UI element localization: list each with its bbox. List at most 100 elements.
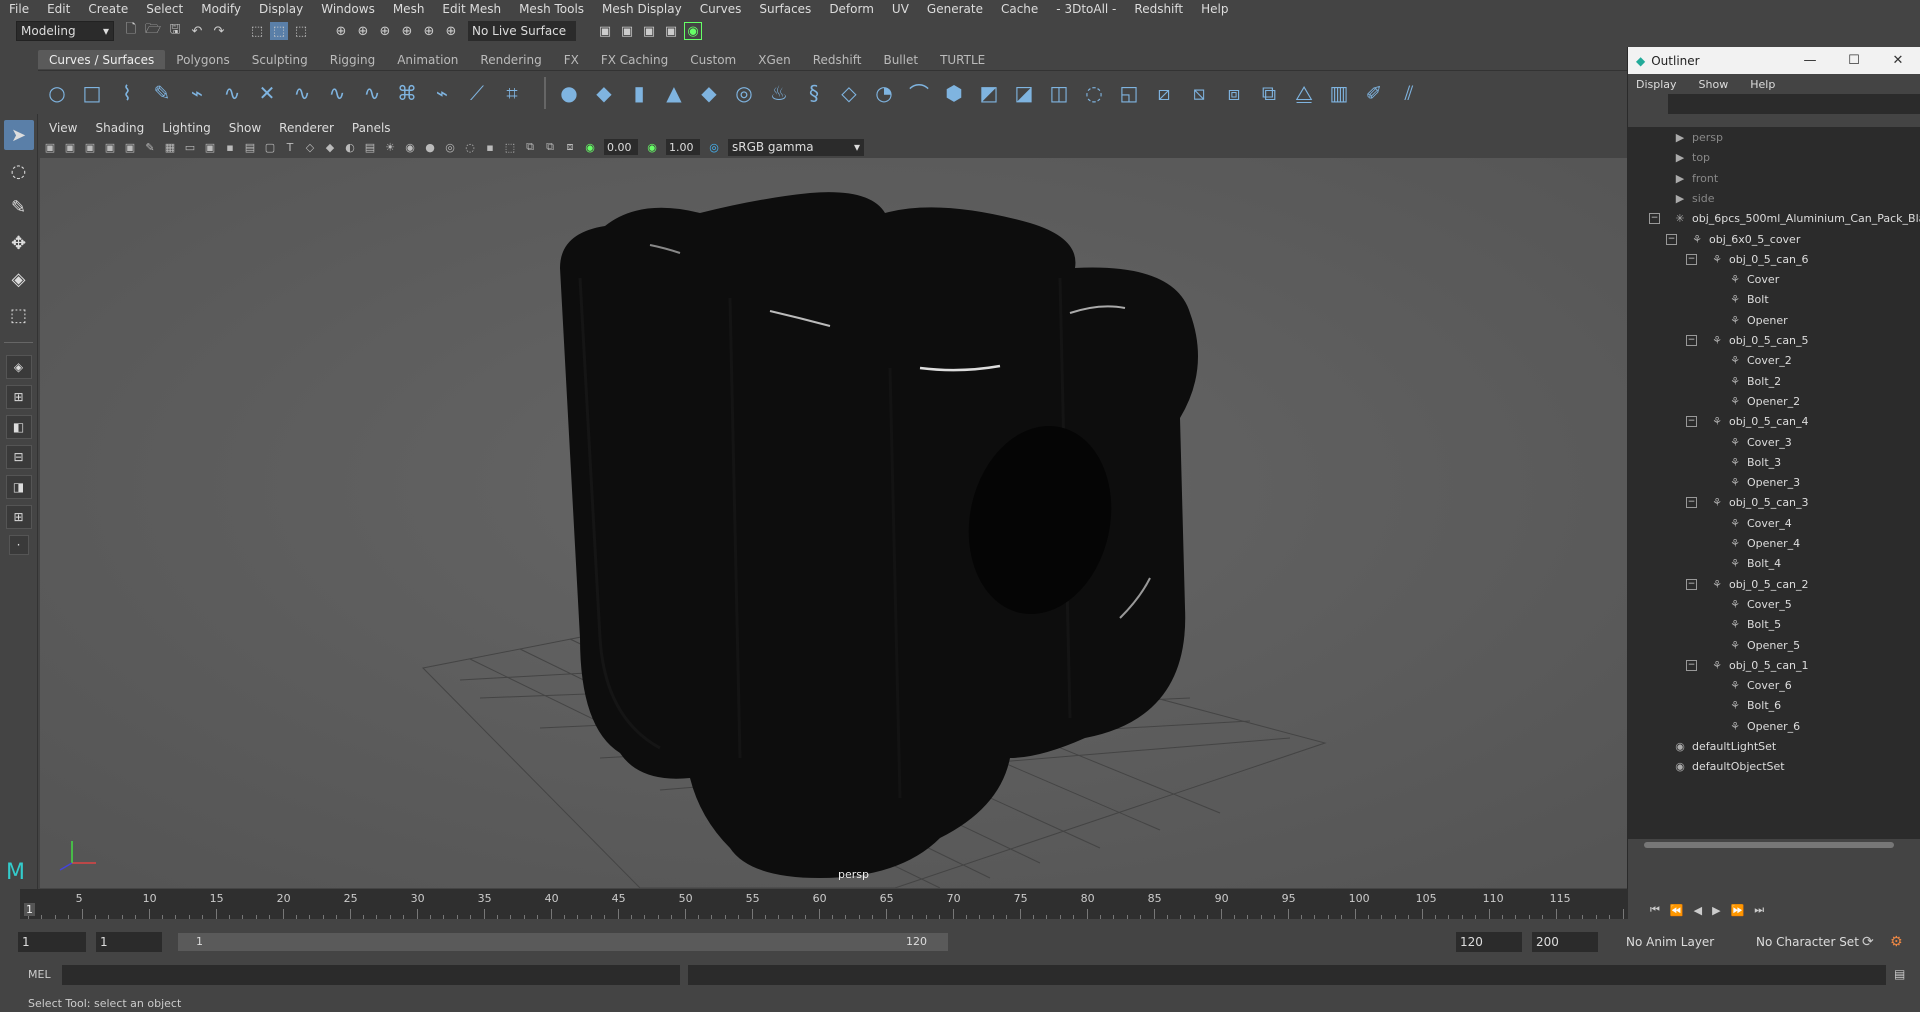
- attach-surfaces-icon[interactable]: ⧅: [1186, 80, 1212, 106]
- outliner-cover-group[interactable]: ⚘ obj_6x0_5_cover: [1690, 230, 1800, 249]
- extend-curve-icon[interactable]: ⌁: [429, 80, 455, 106]
- collapse-toggle-icon[interactable]: −: [1649, 213, 1660, 225]
- outliner-set-item[interactable]: ◉ defaultObjectSet: [1673, 757, 1784, 776]
- select-hierarchy-icon[interactable]: ⬚: [248, 22, 266, 40]
- bezier-curve-icon[interactable]: ∿: [219, 80, 245, 106]
- collapse-toggle-icon[interactable]: −: [1666, 233, 1677, 245]
- nurbs-circle-icon[interactable]: ○: [44, 80, 70, 106]
- outliner-mesh-item[interactable]: ⚘ Bolt_5: [1728, 615, 1781, 634]
- panel-menu-show[interactable]: Show: [220, 121, 270, 135]
- menu-edit-mesh[interactable]: Edit Mesh: [433, 2, 510, 16]
- square-surface-icon[interactable]: ◪: [1011, 80, 1037, 106]
- outliner-mesh-item[interactable]: ⚘ Opener_2: [1728, 392, 1800, 411]
- outliner-mesh-item[interactable]: ⚘ Bolt_4: [1728, 554, 1781, 573]
- undo-icon[interactable]: ↶: [188, 22, 206, 40]
- select-component-icon[interactable]: ⬚: [292, 22, 310, 40]
- snap-curve-icon[interactable]: ⊕: [354, 22, 372, 40]
- menu-create[interactable]: Create: [79, 2, 137, 16]
- render-settings-icon[interactable]: ▣: [596, 22, 614, 40]
- collapse-toggle-icon[interactable]: −: [1686, 578, 1697, 590]
- collapse-toggle-icon[interactable]: −: [1686, 416, 1697, 428]
- play-forward-icon[interactable]: ▶: [1712, 904, 1720, 917]
- intersect-surfaces-icon[interactable]: ⧄: [1151, 80, 1177, 106]
- outliner-mesh-item[interactable]: ⚘ Opener_4: [1728, 534, 1800, 553]
- four-view-layout-icon[interactable]: ⊞: [5, 385, 32, 409]
- untrim-icon[interactable]: ◌: [1081, 80, 1107, 106]
- 2d-pan-zoom-icon[interactable]: ▣: [122, 139, 138, 155]
- ep-curve-icon[interactable]: ⌇: [114, 80, 140, 106]
- bookmarks-icon[interactable]: ▣: [82, 139, 98, 155]
- bevel-plus-icon[interactable]: ⬢: [941, 80, 967, 106]
- cv-curve-icon[interactable]: ⌁: [184, 80, 210, 106]
- outliner-menu-show[interactable]: Show: [1699, 78, 1751, 91]
- ipr-render-icon[interactable]: ▣: [640, 22, 658, 40]
- rotate-tool-icon[interactable]: ◈: [4, 264, 34, 294]
- curve-attach-icon[interactable]: ∿: [324, 80, 350, 106]
- snap-grid-icon[interactable]: ⊕: [332, 22, 350, 40]
- new-scene-icon[interactable]: 🗋: [122, 22, 140, 40]
- menu-display[interactable]: Display: [250, 2, 312, 16]
- panel-menu-renderer[interactable]: Renderer: [270, 121, 343, 135]
- minimize-icon[interactable]: —: [1788, 53, 1832, 68]
- panel-menu-shading[interactable]: Shading: [86, 121, 153, 135]
- rebuild-surfaces-icon[interactable]: ▥: [1326, 80, 1352, 106]
- nurbs-torus-icon[interactable]: ◎: [731, 80, 757, 106]
- menu-deform[interactable]: Deform: [820, 2, 883, 16]
- outliner-camera-top[interactable]: ▶ top: [1673, 148, 1710, 167]
- sculpt-surface-icon[interactable]: ✐: [1361, 80, 1387, 106]
- persp-graph-layout-icon[interactable]: ⊟: [5, 445, 32, 469]
- outliner-mesh-item[interactable]: ⚘ Opener_3: [1728, 473, 1800, 492]
- outliner-camera-side[interactable]: ▶ side: [1673, 189, 1715, 208]
- menu-select[interactable]: Select: [137, 2, 192, 16]
- gate-mask-icon[interactable]: ▪: [222, 139, 238, 155]
- panel-menu-view[interactable]: View: [40, 121, 86, 135]
- shadows-icon[interactable]: ◉: [402, 139, 418, 155]
- menu-redshift[interactable]: Redshift: [1125, 2, 1192, 16]
- shelf-tab-redshift[interactable]: Redshift: [802, 50, 873, 69]
- outliner-mesh-item[interactable]: ⚘ Cover_3: [1728, 433, 1792, 452]
- collapse-toggle-icon[interactable]: −: [1686, 253, 1697, 265]
- menu-mesh-tools[interactable]: Mesh Tools: [510, 2, 593, 16]
- redo-icon[interactable]: ↷: [210, 22, 228, 40]
- menu-edit[interactable]: Edit: [38, 2, 79, 16]
- shelf-tab-fx-caching[interactable]: FX Caching: [590, 50, 679, 69]
- safe-action-icon[interactable]: ▢: [262, 139, 278, 155]
- menu-mesh[interactable]: Mesh: [384, 2, 434, 16]
- extrude-icon[interactable]: ◔: [871, 80, 897, 106]
- revolve-icon[interactable]: ♨: [766, 80, 792, 106]
- playback-range-slider[interactable]: 1 120: [178, 933, 948, 951]
- play-back-icon[interactable]: ◀: [1694, 904, 1702, 917]
- menu-surfaces[interactable]: Surfaces: [750, 2, 820, 16]
- snap-surface-icon[interactable]: ⊕: [420, 22, 438, 40]
- outliner-mesh-item[interactable]: ⚘ Cover_6: [1728, 676, 1792, 695]
- loft-icon[interactable]: §: [801, 80, 827, 106]
- textured-icon[interactable]: ▤: [362, 139, 378, 155]
- maximize-icon[interactable]: ☐: [1832, 53, 1876, 68]
- shelf-tab-polygons[interactable]: Polygons: [165, 50, 240, 69]
- step-forward-icon[interactable]: ⏩: [1731, 904, 1745, 917]
- panel-menu-panels[interactable]: Panels: [343, 121, 400, 135]
- outliner-mesh-item[interactable]: ⚘ Cover_4: [1728, 514, 1792, 533]
- shelf-tab-rigging[interactable]: Rigging: [319, 50, 386, 69]
- collapse-toggle-icon[interactable]: −: [1686, 335, 1697, 346]
- snap-view-plane-icon[interactable]: ⊕: [398, 22, 416, 40]
- nurbs-plane-icon[interactable]: ◆: [696, 80, 722, 106]
- depth-of-field-icon[interactable]: ▪: [482, 139, 498, 155]
- offset-curve-icon[interactable]: ⟋: [464, 80, 490, 106]
- safe-title-icon[interactable]: T: [282, 139, 298, 155]
- curve-intersect-icon[interactable]: ✕: [254, 80, 280, 106]
- outliner-camera-front[interactable]: ▶ front: [1673, 169, 1718, 188]
- go-to-start-icon[interactable]: ⏮: [1650, 903, 1660, 917]
- snap-live-icon[interactable]: ⊕: [442, 22, 460, 40]
- go-to-end-icon[interactable]: ⏭: [1754, 903, 1764, 917]
- outliner-horizontal-scrollbar[interactable]: [1628, 839, 1920, 851]
- menu-windows[interactable]: Windows: [312, 2, 384, 16]
- image-plane-icon[interactable]: ▣: [102, 139, 118, 155]
- outliner-mesh-item[interactable]: ⚘ Bolt: [1728, 290, 1769, 309]
- preferences-icon[interactable]: ⚙: [1890, 934, 1903, 950]
- xray-components-icon[interactable]: ⧈: [562, 139, 578, 155]
- save-scene-icon[interactable]: 🖫: [166, 22, 184, 40]
- menu-cache[interactable]: Cache: [992, 2, 1047, 16]
- wireframe-on-shaded-icon[interactable]: ◐: [342, 139, 358, 155]
- xray-icon[interactable]: ⧉: [522, 139, 538, 155]
